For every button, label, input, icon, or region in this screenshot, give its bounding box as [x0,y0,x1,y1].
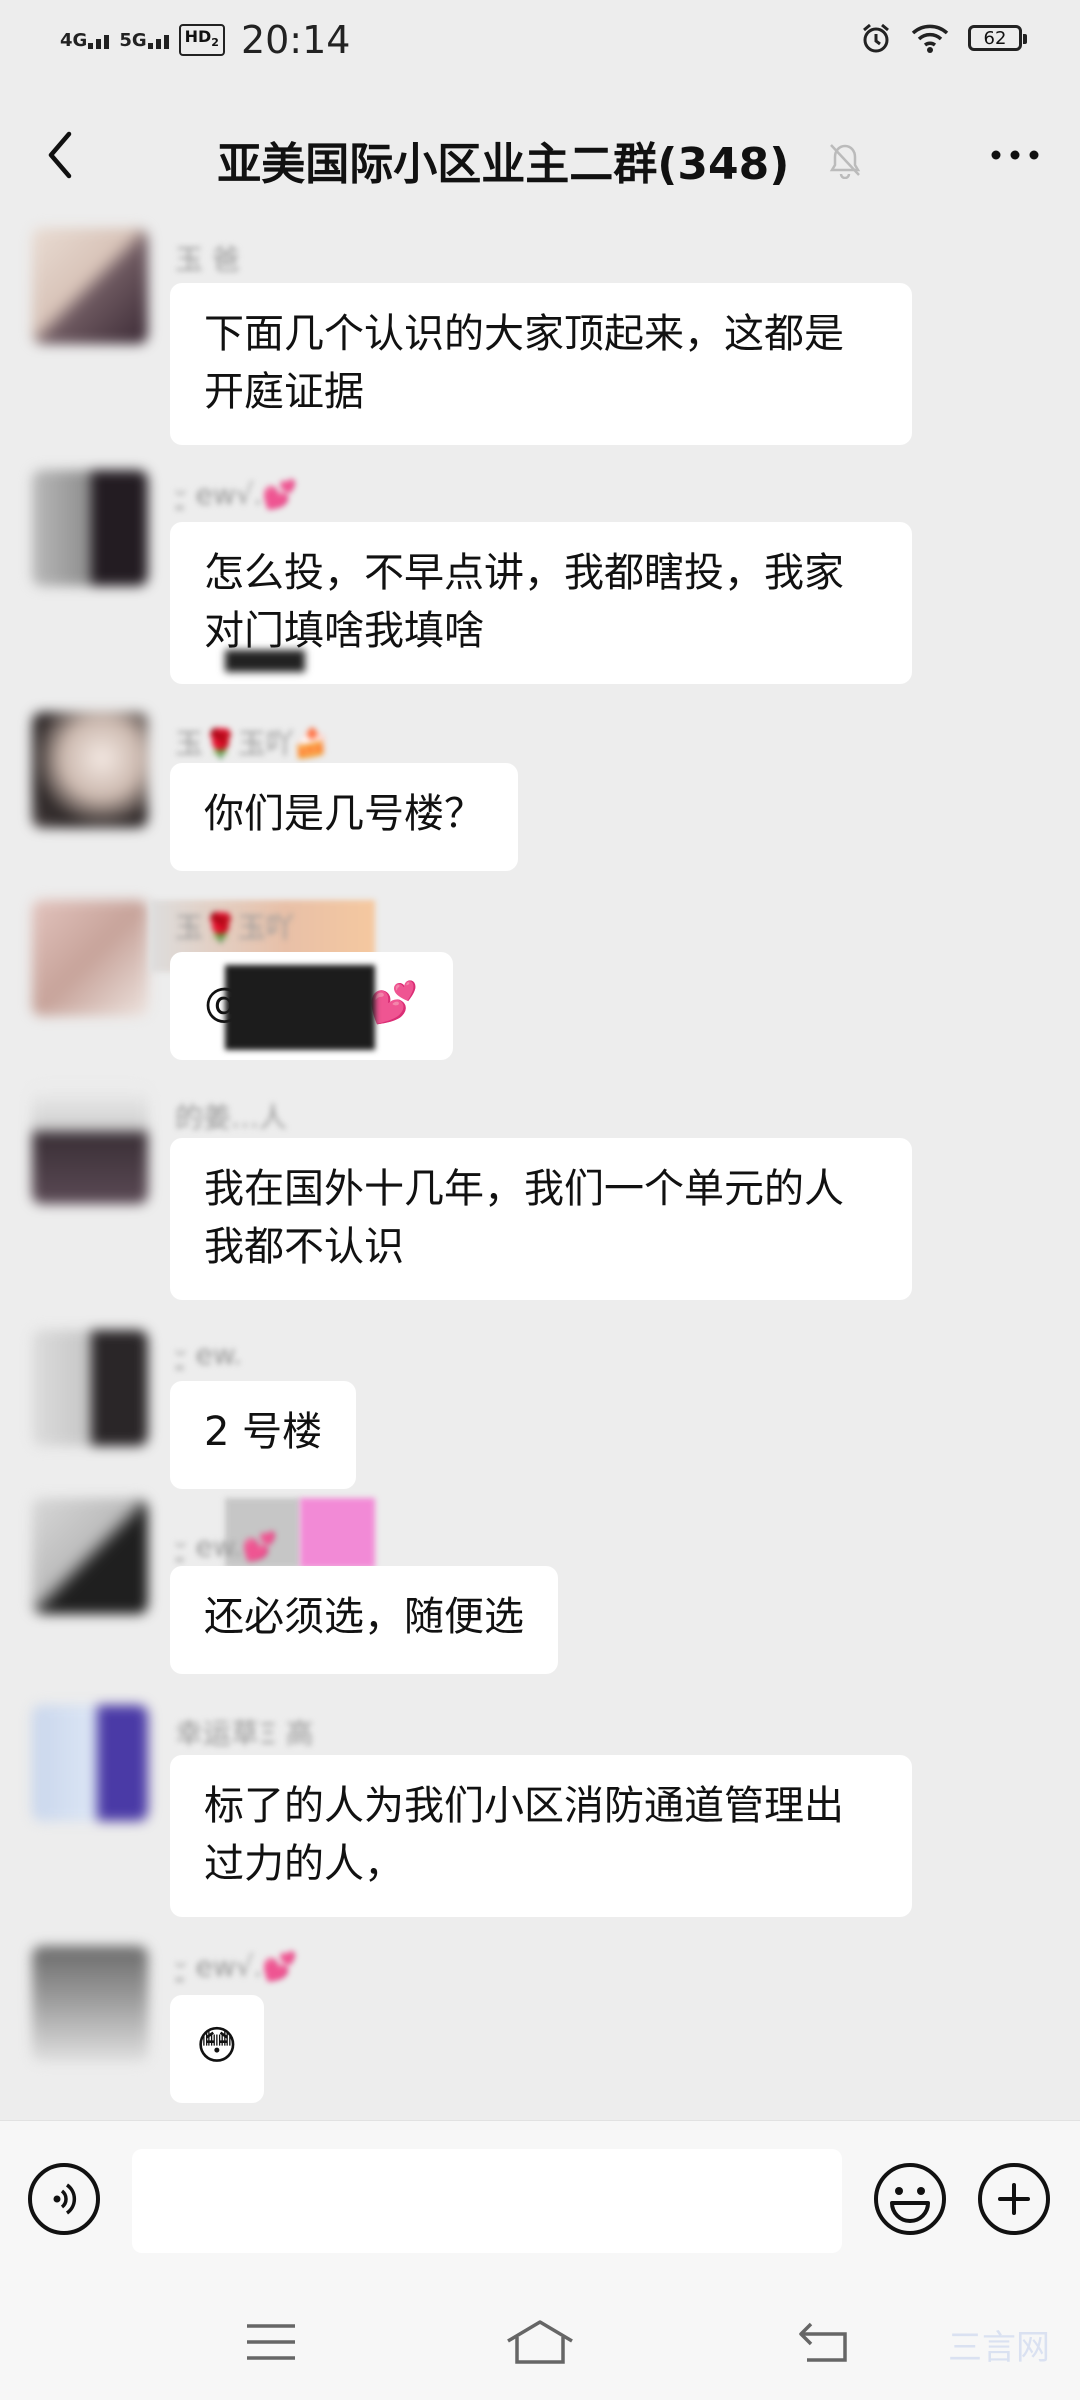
home-icon [507,2320,573,2364]
message-text: 你们是几号楼？ [204,791,484,837]
censor-block [225,965,375,1050]
censor-block [225,650,305,672]
avatar[interactable] [32,1330,148,1446]
more-dots-icon [991,150,1039,160]
avatar[interactable] [32,228,148,344]
menu-icon [247,2324,295,2360]
alarm-icon [863,23,889,53]
sender-name: 玉 爸 [175,243,240,276]
plus-icon [998,2183,1030,2215]
wifi-icon [911,24,949,53]
add-button[interactable] [978,2163,1050,2235]
message-bubble[interactable]: 😳 [170,1995,264,2103]
chat-header: 亚美国际小区业主二群(348) [0,80,1080,230]
message-text: 我在国外十几年，我们一个单元的人我都不认识 [204,1166,844,1270]
emoji-icon [874,2163,946,2235]
more-button[interactable] [980,125,1050,185]
hd-icon: HD2 [178,23,225,57]
voice-icon [53,2183,77,2215]
sender-name: ᵕ͈ ew. [175,1338,242,1371]
bell-off-icon [829,144,860,179]
message-bubble[interactable]: 2 号楼 [170,1381,357,1489]
avatar[interactable] [32,470,148,586]
watermark: 三言网 [948,2328,1050,2368]
message-text: 怎么投，不早点讲，我都瞎投，我家对门填啥我填啥 [204,550,844,654]
avatar[interactable] [32,900,148,1016]
signal-4g-icon: 4G [60,30,110,51]
signal-5g-icon: 5G [119,30,169,51]
status-bar: 4G 5G HD2 20:14 62 [0,0,1080,80]
message-bubble[interactable]: 你们是几号楼？ [170,763,518,871]
avatar[interactable] [32,712,148,828]
message-bubble[interactable]: 标了的人为我们小区消防通道管理出过力的人， [170,1755,912,1917]
input-bar [0,2120,1080,2281]
sender-name: ᵕ͈ ew√.💕 [175,1950,298,1983]
clock-time: 20:14 [240,18,351,62]
message-bubble[interactable]: 下面几个认识的大家顶起来，这都是开庭证据 [170,283,912,445]
nav-menu-button[interactable] [236,2312,306,2372]
sender-name: 的姜…人 [175,1101,288,1134]
sender-name: ᵕ͈ ew.💕 [175,1530,277,1563]
sender-name: 幸运草Ξ 高 [175,1717,314,1750]
avatar[interactable] [32,1946,148,2062]
sender-name: 玉🌹玉吖 [175,911,294,944]
avatar[interactable] [32,1705,148,1821]
sender-name: 玉🌹玉吖🍰 [175,727,329,760]
censor-block [300,1498,375,1568]
flushed-emoji: 😳 [196,2023,238,2069]
voice-button[interactable] [28,2163,100,2235]
avatar[interactable] [32,1088,148,1204]
message-bubble[interactable]: 还必须选，随便选 [170,1566,558,1674]
emoji-button[interactable] [872,2161,948,2237]
battery-icon: 62 [968,25,1027,51]
avatar[interactable] [32,1498,148,1614]
message-text: 下面几个认识的大家顶起来，这都是开庭证据 [204,311,844,415]
page-title: 亚美国际小区业主二群(348) [0,128,1080,192]
nav-home-button[interactable] [505,2312,575,2372]
system-nav-bar: 三言网 [0,2280,1080,2400]
sender-name: ᵕ͈ ew√.💕 [175,478,298,511]
message-input[interactable] [132,2149,842,2253]
back-icon [799,2322,847,2362]
message-text: 2 号楼 [204,1409,323,1455]
message-text: 还必须选，随便选 [204,1594,524,1640]
nav-back-button[interactable] [790,2312,860,2372]
message-bubble[interactable]: 我在国外十几年，我们一个单元的人我都不认识 [170,1138,912,1300]
message-text: 标了的人为我们小区消防通道管理出过力的人， [204,1783,844,1887]
